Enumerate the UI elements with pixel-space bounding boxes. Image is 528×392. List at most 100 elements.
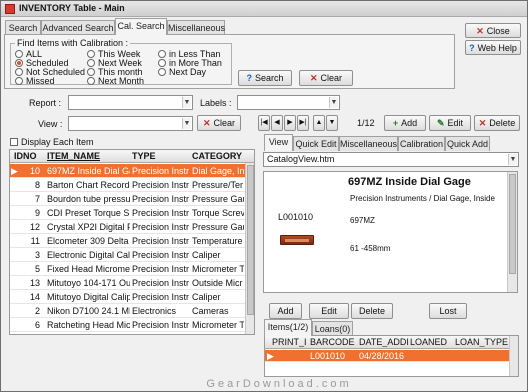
- cell-type: Precision Instr: [132, 208, 190, 218]
- copies-scrollbar[interactable]: [509, 336, 518, 376]
- next-record-button[interactable]: ▶: [284, 115, 296, 131]
- radio-dot: [87, 68, 95, 76]
- cell-idno: 6: [34, 320, 40, 330]
- checkbox-box: [10, 138, 18, 146]
- cell-type: Precision Instr: [132, 236, 190, 246]
- delete-record-button[interactable]: ✕ Delete: [474, 115, 520, 131]
- table-row[interactable]: 13 Mitutoyo 104-171 Ou Precision Instr Outs…: [10, 276, 254, 290]
- item-delete-button[interactable]: Delete: [351, 303, 393, 319]
- radio-dot: [87, 77, 95, 85]
- radio-missed[interactable]: Missed: [15, 76, 55, 86]
- report-select[interactable]: ▼: [68, 95, 193, 110]
- table-row[interactable]: 6 Ratcheting Head Micr Precision Instr Micr…: [10, 318, 254, 332]
- tab-quick-add[interactable]: Quick Add: [445, 136, 490, 151]
- row-arrow-icon: ▶: [267, 351, 274, 361]
- up-button[interactable]: ▲: [313, 115, 325, 131]
- scrollbar-thumb[interactable]: [509, 174, 516, 274]
- tab-view[interactable]: View: [264, 134, 293, 151]
- radio-dot: [15, 68, 23, 76]
- tab-miscellaneous[interactable]: Miscellaneous: [167, 20, 225, 35]
- last-record-button[interactable]: ▶|: [297, 115, 309, 131]
- cell-type: Precision Instr: [132, 278, 190, 288]
- table-row[interactable]: 2 Nikon D7100 24.1 MF Electronics Cameras: [10, 304, 254, 318]
- cell-item-name: Mitutoyo 104-171 Ou: [47, 278, 130, 288]
- cell-category: Micrometer T: [192, 320, 244, 330]
- col-type[interactable]: TYPE: [132, 151, 156, 161]
- edit-icon: ✎: [436, 118, 445, 128]
- title-bar[interactable]: INVENTORY Table - Main: [1, 1, 527, 17]
- item-photo: [280, 235, 314, 245]
- item-copies-table: PRINT_I BARCODE DATE_ADDI LOANED LOAN_TY…: [264, 335, 519, 377]
- tab-search[interactable]: Search: [5, 20, 41, 35]
- cell-category: Torque Screv: [192, 208, 244, 218]
- item-add-button[interactable]: Add: [269, 303, 302, 319]
- view-clear-button[interactable]: ✕ Clear: [197, 115, 241, 131]
- tab-items[interactable]: Items(1/2): [264, 319, 312, 336]
- cell-category: Caliper: [192, 292, 221, 302]
- tab-detail-miscellaneous[interactable]: Miscellaneous: [339, 136, 398, 151]
- radio-dot: [87, 50, 95, 58]
- close-button[interactable]: ✕ Close: [465, 23, 521, 38]
- tab-quick-edit[interactable]: Quick Edit: [293, 136, 339, 151]
- col-barcode[interactable]: BARCODE: [310, 337, 355, 347]
- col-print[interactable]: PRINT_I: [272, 337, 307, 347]
- table-row[interactable]: 12 Crystal XP2I Digital P Precision Instr P…: [10, 220, 254, 234]
- prev-record-button[interactable]: ◀: [271, 115, 283, 131]
- table-row[interactable]: 8 Barton Chart Recorde Precision Instr Pres…: [10, 178, 254, 192]
- table-scrollbar[interactable]: [245, 163, 254, 334]
- table-row[interactable]: 14 Mitutoyo Digital Calip Precision Instr C…: [10, 290, 254, 304]
- item-lost-button[interactable]: Lost: [429, 303, 467, 319]
- detail-scrollbar[interactable]: [507, 172, 517, 292]
- search-icon: ?: [246, 73, 252, 83]
- catalog-view-select[interactable]: CatalogView.htm ▼: [263, 152, 519, 167]
- copies-row[interactable]: ▶ L001010 04/28/2016: [265, 350, 518, 362]
- cell-idno: 7: [34, 194, 40, 204]
- table-row[interactable]: 7 Bourdon tube pressu Precision Instr Press…: [10, 192, 254, 206]
- first-record-button[interactable]: |◀: [258, 115, 270, 131]
- col-item-name[interactable]: ITEM_NAME: [47, 151, 100, 161]
- tab-advanced-search[interactable]: Advanced Search: [41, 20, 115, 35]
- view-select[interactable]: ▼: [68, 116, 193, 131]
- down-button[interactable]: ▼: [326, 115, 338, 131]
- col-category[interactable]: CATEGORY: [192, 151, 242, 161]
- labels-select[interactable]: ▼: [237, 95, 340, 110]
- table-row[interactable]: 5 Fixed Head Micromet Precision Instr Micro…: [10, 262, 254, 276]
- table-row[interactable]: 9 CDI Preset Torque S Precision Instr Torqu…: [10, 206, 254, 220]
- help-icon: ?: [469, 43, 475, 53]
- scrollbar-thumb[interactable]: [247, 165, 254, 315]
- prev-icon: ◀: [274, 119, 280, 126]
- edit-record-button[interactable]: ✎ Edit: [429, 115, 471, 131]
- col-idno[interactable]: IDNO: [14, 151, 37, 161]
- cell-category: Caliper: [192, 250, 221, 260]
- radio-dot-selected: [15, 59, 23, 67]
- cal-search-button[interactable]: ? Search: [238, 70, 292, 86]
- cell-item-name: Barton Chart Recorde: [47, 180, 130, 190]
- radio-next-day[interactable]: Next Day: [158, 67, 206, 77]
- cell-type: Precision Instr: [132, 222, 190, 232]
- col-date-added[interactable]: DATE_ADDI: [359, 337, 409, 347]
- item-edit-button[interactable]: Edit: [309, 303, 349, 319]
- add-icon: +: [392, 118, 399, 128]
- table-row[interactable]: ▶10697MZ Inside Dial GagePrecision Instr…: [10, 164, 254, 178]
- tab-cal-search[interactable]: Cal. Search: [115, 18, 167, 35]
- calibration-legend: Find Items with Calibration :: [15, 38, 131, 48]
- web-help-button[interactable]: ? Web Help: [465, 40, 521, 55]
- cell-idno: 5: [34, 264, 40, 274]
- tab-calibration[interactable]: Calibration: [398, 136, 445, 151]
- col-loan-type[interactable]: LOAN_TYPE: [455, 337, 508, 347]
- cell-item-name: Nikon D7100 24.1 MF: [47, 306, 130, 316]
- table-row[interactable]: 3 Electronic Digital Calip Precision Instr…: [10, 248, 254, 262]
- next-icon: ▶: [287, 119, 293, 126]
- add-record-button[interactable]: + Add: [384, 115, 426, 131]
- table-row[interactable]: 11 Elcometer 309 Delta Precision Instr Temp…: [10, 234, 254, 248]
- cell-idno: 13: [29, 278, 40, 288]
- cell-item-name: Crystal XP2I Digital P: [47, 222, 130, 232]
- col-loaned[interactable]: LOANED: [410, 337, 447, 347]
- item-name: 697MZ Inside Dial Gage: [348, 176, 471, 188]
- cal-clear-button[interactable]: ✕ Clear: [299, 70, 353, 86]
- cell-type: Precision Instr: [132, 292, 190, 302]
- radio-next-month[interactable]: Next Month: [87, 76, 144, 86]
- cell-type: Precision Instr: [132, 250, 190, 260]
- display-each-item-checkbox[interactable]: Display Each Item: [10, 137, 94, 147]
- tab-loans[interactable]: Loans(0): [312, 321, 353, 336]
